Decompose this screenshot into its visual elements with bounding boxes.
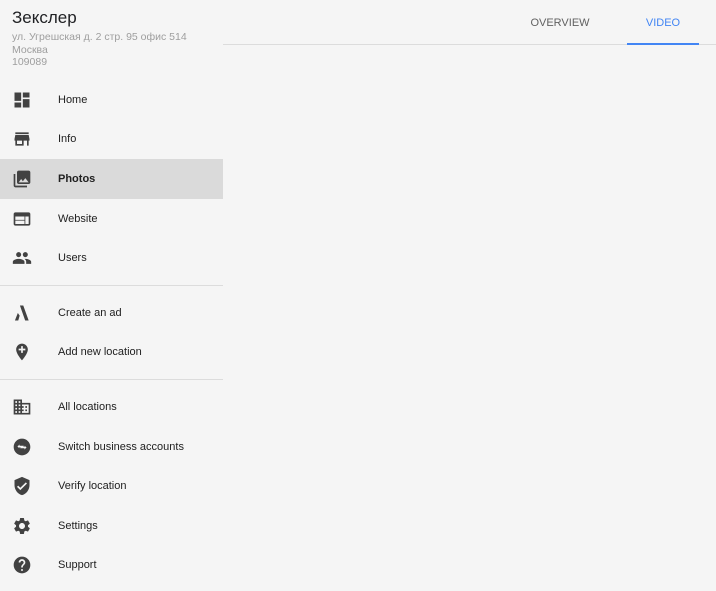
main-content [223,45,716,591]
tab-bar: OVERVIEW VIDEO [223,0,716,45]
dashboard-icon [12,90,32,110]
sidebar-item-website[interactable]: Website [0,199,223,239]
sidebar-item-switch-accounts[interactable]: Switch business accounts [0,427,223,467]
web-icon [12,209,32,229]
swap-icon [12,437,32,457]
help-icon [12,555,32,575]
sidebar-item-label: All locations [58,400,117,413]
sidebar-item-label: Info [58,133,77,146]
nav-group-main: Home Info Photos Website Users [0,80,223,278]
storefront-icon [12,129,32,149]
address-line-postcode: 109089 [12,56,48,68]
sidebar-item-home[interactable]: Home [0,80,223,120]
people-icon [12,248,32,268]
sidebar-item-users[interactable]: Users [0,238,223,278]
sidebar-item-verify-location[interactable]: Verify location [0,466,223,506]
sidebar-item-label: Create an ad [58,306,122,319]
sidebar: Зекслер ул. Угрешская д. 2 стр. 95 офис … [0,0,223,591]
nav-group-actions: Create an ad Add new location [0,293,223,372]
sidebar-item-settings[interactable]: Settings [0,506,223,546]
gear-icon [12,516,32,536]
address-line-street: ул. Угрешская д. 2 стр. 95 офис 514 [12,31,187,43]
sidebar-item-support[interactable]: Support [0,546,223,586]
business-name: Зекслер [12,8,77,27]
business-icon [12,397,32,417]
sidebar-item-label: Home [58,93,88,106]
sidebar-item-label: Support [58,559,97,572]
sidebar-item-label: Settings [58,519,98,532]
sidebar-item-label: Photos [58,172,96,185]
photo-library-icon [12,169,32,189]
sidebar-item-all-locations[interactable]: All locations [0,387,223,427]
sidebar-item-create-ad[interactable]: Create an ad [0,293,223,333]
sidebar-item-label: Website [58,212,98,225]
sidebar-item-add-location[interactable]: Add new location [0,333,223,373]
divider [0,379,223,381]
divider [0,284,223,286]
sidebar-item-info[interactable]: Info [0,120,223,160]
sidebar-item-photos[interactable]: Photos [0,159,223,199]
add-location-icon [12,342,32,362]
address-line-city: Москва [12,43,48,56]
nav-group-account: All locations Switch business accounts V… [0,387,223,585]
adwords-icon [12,303,32,323]
business-header: Зекслер ул. Угрешская д. 2 стр. 95 офис … [0,0,223,80]
tab-video[interactable]: VIDEO [627,0,699,45]
sidebar-item-label: Add new location [58,346,142,359]
tab-overview[interactable]: OVERVIEW [523,0,597,44]
sidebar-item-label: Users [58,252,87,265]
verified-shield-icon [12,476,32,496]
sidebar-item-label: Verify location [58,480,127,493]
sidebar-item-label: Switch business accounts [58,440,184,453]
business-address: ул. Угрешская д. 2 стр. 95 офис 514 Моск… [12,31,223,69]
